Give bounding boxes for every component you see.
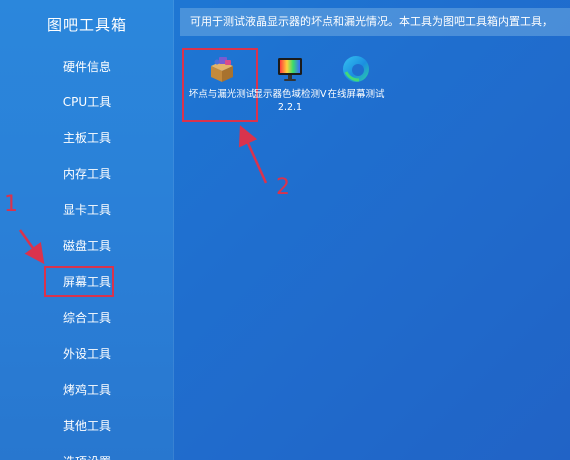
step2-number: 2 xyxy=(276,175,290,200)
annotation-arrows xyxy=(18,125,268,265)
step1-arrow xyxy=(18,229,45,265)
step1-number: 1 xyxy=(4,192,18,217)
step2-arrow xyxy=(239,125,268,184)
